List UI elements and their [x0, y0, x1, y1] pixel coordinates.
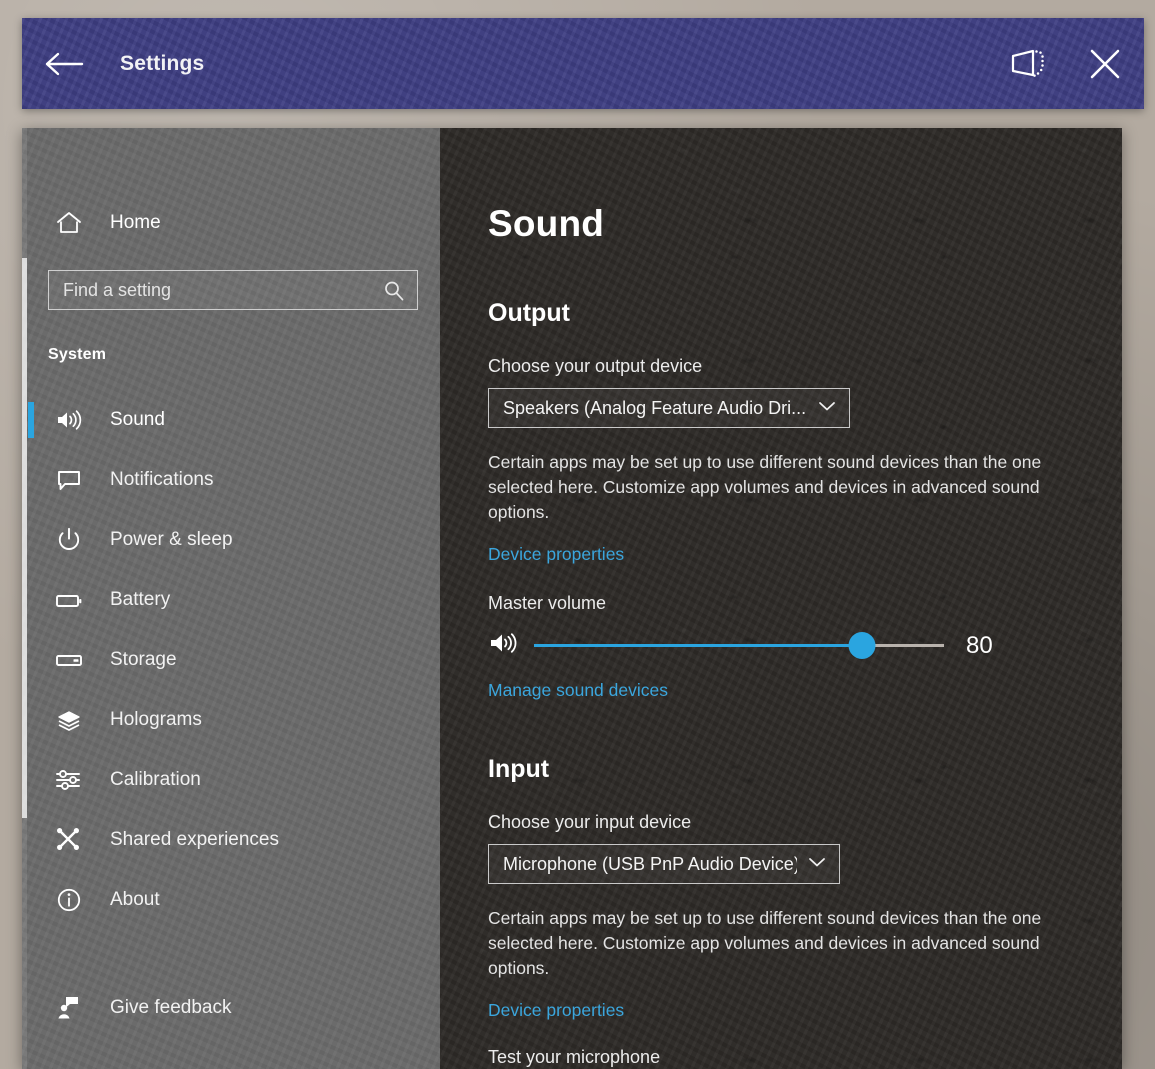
input-device-label: Choose your input device [488, 812, 1122, 833]
sidebar-item-sound-label: Sound [110, 409, 165, 431]
sidebar-item-home[interactable]: Home [48, 200, 440, 246]
input-description: Certain apps may be set up to use differ… [488, 906, 1060, 981]
follow-me-pin-icon [1007, 47, 1047, 81]
sidebar-item-shared-experiences-label: Shared experiences [110, 829, 279, 851]
sidebar-item-holograms-label: Holograms [110, 709, 202, 731]
mixed-reality-wall-background: Settings [0, 0, 1155, 1069]
sidebar-item-about[interactable]: About [22, 870, 440, 930]
master-volume-slider[interactable] [534, 636, 944, 656]
sidebar-item-notifications-label: Notifications [110, 469, 214, 491]
slider-track-fill [534, 644, 862, 647]
search-input[interactable]: Find a setting [48, 270, 418, 310]
sidebar-nav-list: Sound Notifications [22, 390, 440, 1038]
chevron-down-icon [817, 399, 837, 418]
sidebar-item-notifications[interactable]: Notifications [22, 450, 440, 510]
info-circle-icon [48, 887, 90, 913]
settings-content-pane: Sound Output Choose your output device S… [440, 128, 1122, 1069]
speaker-icon[interactable] [488, 630, 520, 661]
sidebar-item-storage[interactable]: Storage [22, 630, 440, 690]
chevron-down-icon [807, 855, 827, 874]
input-device-properties-link[interactable]: Device properties [488, 1000, 624, 1021]
close-icon [1084, 43, 1126, 85]
back-arrow-icon [44, 50, 84, 78]
feedback-person-icon [48, 995, 90, 1021]
chat-bubble-icon [48, 468, 90, 492]
sidebar-item-give-feedback[interactable]: Give feedback [22, 978, 440, 1038]
output-section-heading: Output [488, 299, 1122, 328]
manage-sound-devices-link[interactable]: Manage sound devices [488, 680, 668, 701]
sidebar-item-sound[interactable]: Sound [22, 390, 440, 450]
search-icon[interactable] [383, 280, 405, 307]
sidebar-group-label: System [48, 346, 440, 364]
slider-thumb[interactable] [849, 632, 876, 659]
power-icon [48, 527, 90, 553]
sidebar-nav-gap [22, 930, 440, 978]
close-button[interactable] [1066, 18, 1144, 109]
sidebar-item-storage-label: Storage [110, 649, 177, 671]
sidebar-item-power-sleep[interactable]: Power & sleep [22, 510, 440, 570]
page-title: Sound [488, 203, 1122, 245]
sidebar-item-calibration[interactable]: Calibration [22, 750, 440, 810]
share-nodes-icon [48, 827, 90, 853]
test-your-microphone-label: Test your microphone [488, 1047, 1122, 1068]
battery-icon [48, 590, 90, 610]
input-device-value: Microphone (USB PnP Audio Device) [503, 854, 797, 875]
master-volume-slider-row: 80 [488, 630, 1008, 661]
master-volume-label: Master volume [488, 593, 1122, 614]
sidebar-item-shared-experiences[interactable]: Shared experiences [22, 810, 440, 870]
settings-sidebar: Home Find a setting System [22, 128, 440, 1069]
app-title-bar: Settings [22, 18, 1144, 109]
sidebar-item-about-label: About [110, 889, 160, 911]
sidebar-item-give-feedback-label: Give feedback [110, 997, 231, 1019]
sidebar-item-holograms[interactable]: Holograms [22, 690, 440, 750]
sidebar-item-calibration-label: Calibration [110, 769, 201, 791]
settings-window: Home Find a setting System [22, 128, 1122, 1069]
search-placeholder-text: Find a setting [63, 280, 171, 301]
output-device-label: Choose your output device [488, 356, 1122, 377]
back-button[interactable] [22, 18, 106, 109]
home-icon [48, 211, 90, 235]
speaker-icon [48, 408, 90, 432]
master-volume-value: 80 [966, 632, 1008, 660]
holograms-icon [48, 708, 90, 732]
storage-icon [48, 650, 90, 670]
input-device-dropdown[interactable]: Microphone (USB PnP Audio Device) [488, 844, 840, 884]
sidebar-item-power-sleep-label: Power & sleep [110, 529, 233, 551]
input-section-heading: Input [488, 755, 1122, 784]
output-description: Certain apps may be set up to use differ… [488, 450, 1060, 525]
sliders-icon [48, 768, 90, 792]
sidebar-item-home-label: Home [110, 212, 161, 234]
output-device-value: Speakers (Analog Feature Audio Dri... [503, 398, 806, 419]
output-device-properties-link[interactable]: Device properties [488, 544, 624, 565]
sidebar-item-battery-label: Battery [110, 589, 170, 611]
sidebar-item-battery[interactable]: Battery [22, 570, 440, 630]
output-device-dropdown[interactable]: Speakers (Analog Feature Audio Dri... [488, 388, 850, 428]
window-title: Settings [120, 52, 204, 76]
follow-me-button[interactable] [988, 18, 1066, 109]
